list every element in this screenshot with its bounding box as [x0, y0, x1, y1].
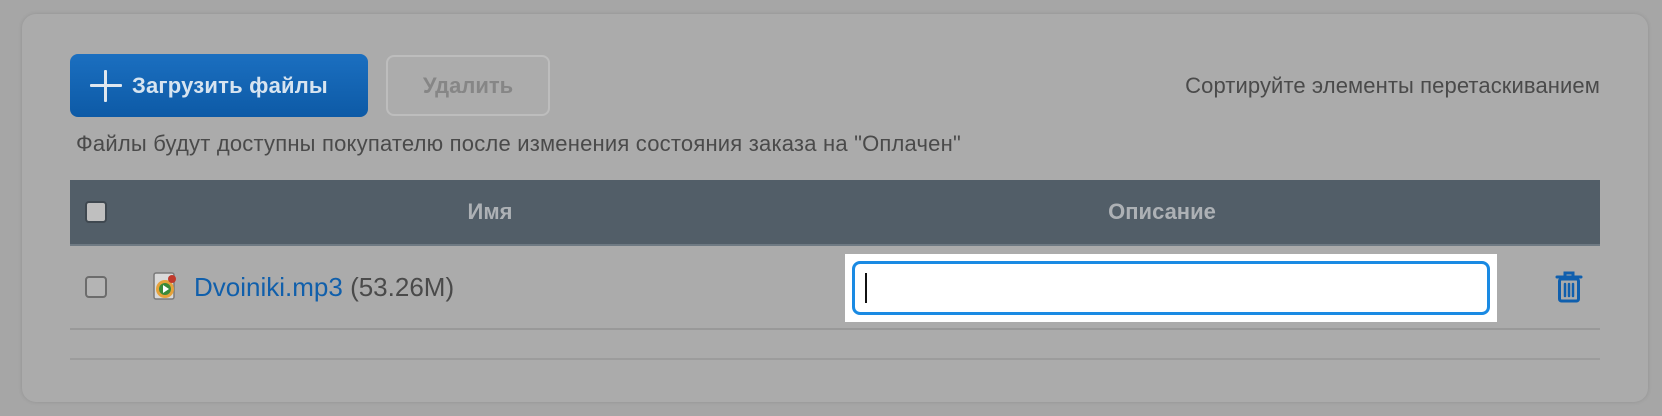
- sort-hint: Сортируйте элементы перетаскиванием: [1185, 73, 1600, 98]
- plus-icon: [70, 54, 132, 117]
- availability-note: Файлы будут доступны покупателю после из…: [76, 131, 961, 156]
- file-link[interactable]: Dvoiniki.mp3 (53.26M): [194, 272, 454, 303]
- upload-files-label: Загрузить файлы: [132, 72, 328, 98]
- text-caret: [865, 273, 867, 303]
- table-header: Имя Описание: [70, 180, 1600, 246]
- table-row: Dvoiniki.mp3 (53.26M): [70, 246, 1600, 330]
- description-cell: [845, 254, 1497, 322]
- trash-icon[interactable]: [1554, 270, 1584, 304]
- column-header-name: Имя: [467, 199, 513, 224]
- column-header-description: Описание: [1108, 199, 1216, 224]
- file-name[interactable]: Dvoiniki.mp3: [194, 272, 343, 302]
- table-empty-row: [70, 330, 1600, 360]
- row-checkbox[interactable]: [85, 276, 107, 298]
- upload-files-button[interactable]: Загрузить файлы: [70, 54, 368, 117]
- delete-button[interactable]: Удалить: [386, 55, 550, 116]
- audio-file-icon: [152, 272, 180, 302]
- description-input[interactable]: [852, 261, 1490, 315]
- select-all-checkbox[interactable]: [85, 201, 107, 223]
- file-size: (53.26M): [350, 272, 455, 302]
